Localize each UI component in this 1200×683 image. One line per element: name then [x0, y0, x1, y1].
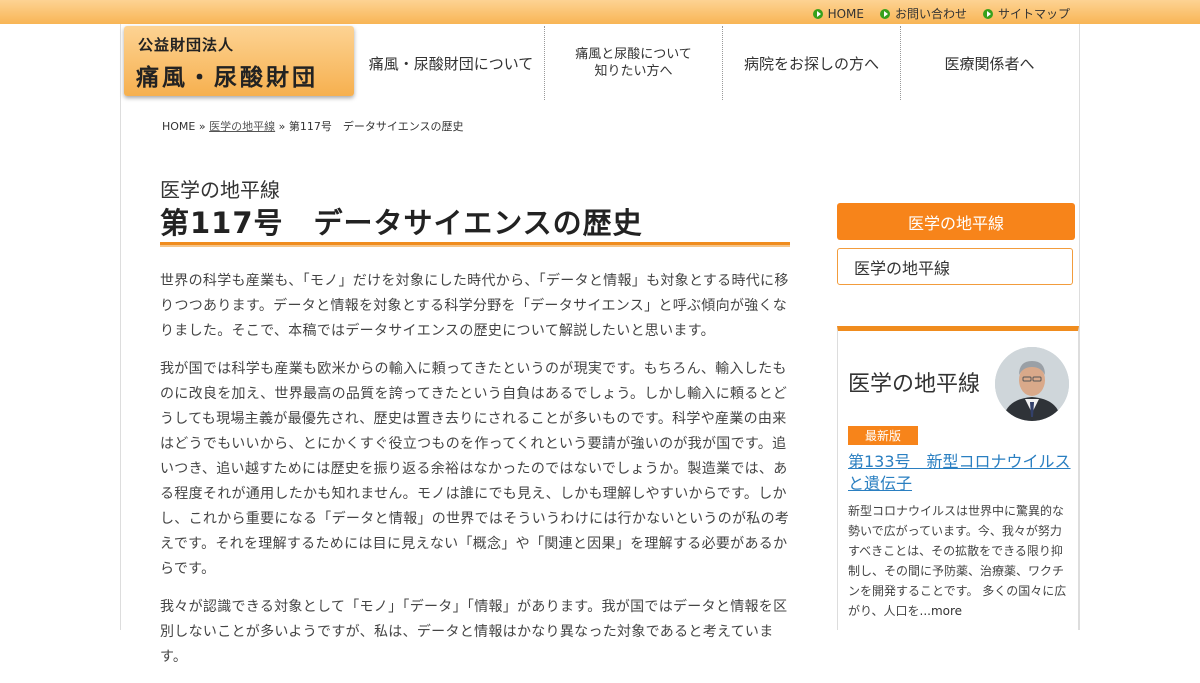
excerpt-text: 新型コロナウイルスは世界中に驚異的な勢いで広がっています。今、我々が努力すべきこ… [848, 504, 1067, 618]
page-title: 第117号 データサイエンスの歴史 [160, 206, 643, 240]
logo-title: 痛風・尿酸財団 [136, 64, 318, 91]
top-link-label: サイトマップ [997, 7, 1070, 21]
breadcrumb-current: 第117号 データサイエンスの歴史 [288, 120, 464, 133]
site-logo[interactable]: 公益財団法人 痛風・尿酸財団 [124, 26, 354, 96]
latest-issue-box: 医学の地平線 最新版 第133号 新型コロナウイルスと遺伝子 新型コロナウイルス… [837, 326, 1079, 630]
author-portrait [995, 347, 1069, 421]
latest-issue-link[interactable]: 第133号 新型コロナウイルスと遺伝子 [848, 451, 1072, 495]
sidebar-tab-label: 医学の地平線 [907, 213, 1004, 233]
latest-box-title: 医学の地平線 [848, 372, 981, 397]
nav-item-find-hospital[interactable]: 病院をお探しの方へ [723, 26, 901, 100]
article-category: 医学の地平線 [160, 178, 280, 202]
breadcrumb-category[interactable]: 医学の地平線 [209, 120, 275, 133]
logo-subtitle: 公益財団法人 [138, 36, 235, 54]
sidebar-link-horizon[interactable]: 医学の地平線 [837, 248, 1073, 285]
breadcrumb: HOME » 医学の地平線 » 第117号 データサイエンスの歴史 [162, 118, 464, 134]
nav-item-label: 医療関係者へ [944, 54, 1035, 73]
latest-issue-excerpt: 新型コロナウイルスは世界中に驚異的な勢いで広がっています。今、我々が努力すべきこ… [848, 501, 1072, 621]
arrow-bullet-icon [982, 8, 993, 19]
nav-item-label: 痛風と尿酸について 知りたい方へ [575, 46, 692, 80]
arrow-bullet-icon [812, 8, 823, 19]
title-divider [160, 242, 790, 247]
arrow-bullet-icon [879, 8, 890, 19]
top-link-home[interactable]: HOME [812, 5, 864, 22]
breadcrumb-separator: » [198, 120, 206, 133]
author-portrait-image [995, 347, 1069, 421]
breadcrumb-home[interactable]: HOME [162, 120, 195, 133]
sidebar-link-label: 医学の地平線 [854, 258, 951, 278]
more-link[interactable]: ...more [920, 604, 963, 618]
sidebar-tab-horizon[interactable]: 医学の地平線 [837, 203, 1075, 240]
nav-item-medical-professionals[interactable]: 医療関係者へ [901, 26, 1078, 100]
top-links: HOME お問い合わせ サイトマップ [812, 5, 1070, 22]
latest-badge: 最新版 [848, 426, 918, 445]
breadcrumb-separator: » [278, 120, 286, 133]
article-paragraph: 我々が認識できる対象として「モノ」「データ」「情報」があります。我が国ではデータ… [160, 599, 788, 665]
article-paragraph: 世界の科学も産業も、「モノ」だけを対象にした時代から、「データと情報」も対象とす… [160, 273, 789, 339]
top-link-label: お問い合わせ [894, 7, 967, 21]
top-link-contact[interactable]: お問い合わせ [879, 5, 967, 22]
nav-item-learn-gout[interactable]: 痛風と尿酸について 知りたい方へ [545, 26, 723, 100]
nav-item-line1: 痛風と尿酸について [575, 47, 692, 62]
nav-item-label: 病院をお探しの方へ [743, 54, 879, 73]
article-body: 世界の科学も産業も、「モノ」だけを対象にした時代から、「データと情報」も対象とす… [160, 269, 792, 683]
nav-item-about-foundation[interactable]: 痛風・尿酸財団について [358, 26, 545, 100]
top-link-sitemap[interactable]: サイトマップ [982, 5, 1070, 22]
top-link-label: HOME [827, 6, 864, 21]
nav-item-label: 痛風・尿酸財団について [368, 54, 534, 73]
nav-item-line2: 知りたい方へ [594, 64, 673, 79]
article-paragraph: 我が国では科学も産業も欧米からの輸入に頼ってきたというのが現実です。もちろん、輸… [160, 361, 790, 577]
